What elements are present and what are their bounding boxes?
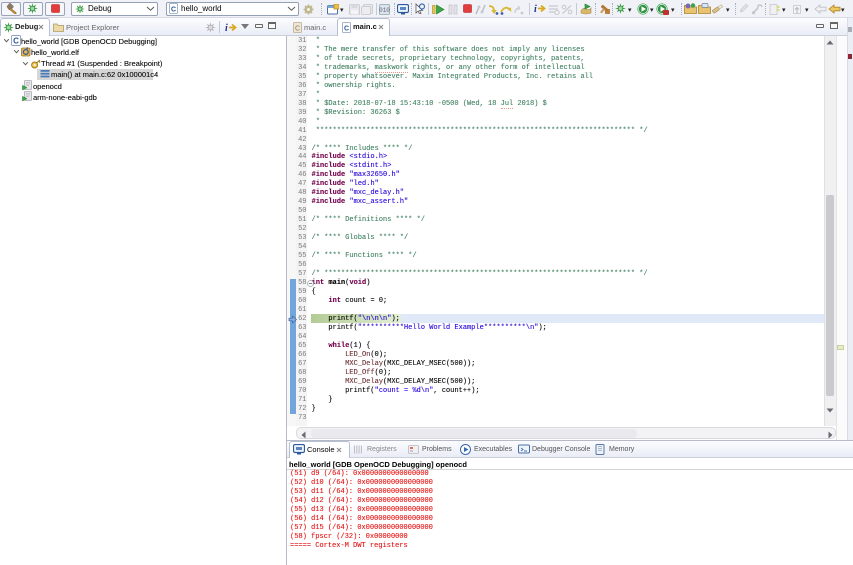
svg-text:i: i [225,23,228,33]
svg-text:i: i [534,4,537,14]
svg-text:C: C [13,37,19,46]
svg-text:C: C [171,6,176,13]
svg-text:C: C [344,25,349,32]
svg-text:010: 010 [379,7,390,14]
svg-text:C: C [295,25,300,32]
